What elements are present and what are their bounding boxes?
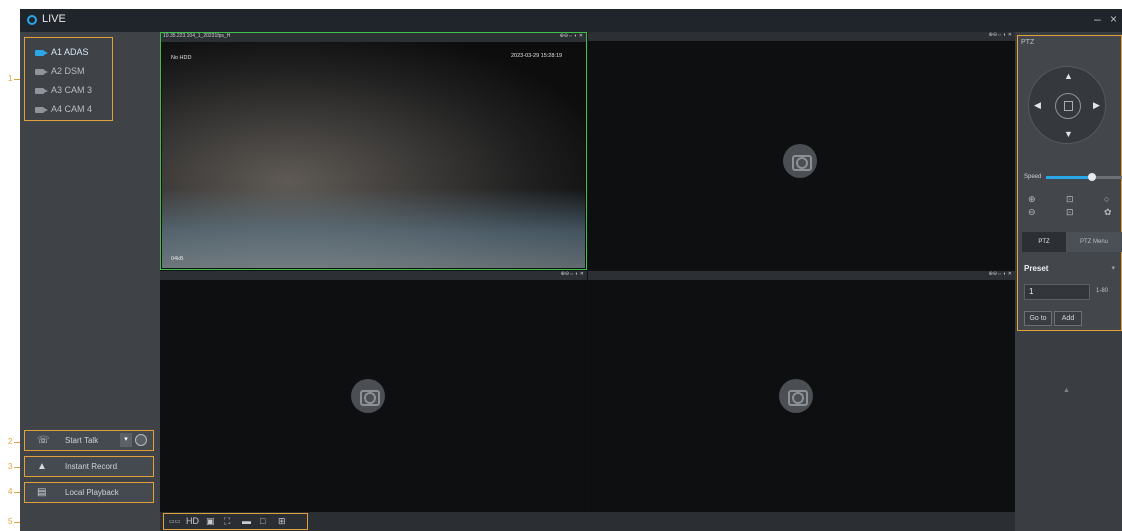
video-cell-header: 10.35.223.104_1_20231fps_H ⊕⊖⇔ ◐ ✕ — [161, 33, 586, 42]
video-cell-3[interactable]: ⊕⊖⇔ ◐ ✕ — [160, 271, 587, 512]
video-cell-controls[interactable]: ⊕⊖⇔ ◐ ✕ — [561, 271, 584, 277]
focus-far-icon[interactable]: ⊡ — [1066, 207, 1074, 218]
left-panel: A1 ADAS A2 DSM A3 CAM 3 A4 CAM 4 ☏ Start… — [20, 32, 160, 531]
local-playback-label: Local Playback — [65, 488, 119, 497]
focus-icon — [1064, 101, 1073, 111]
title-bar: LIVE – × — [20, 9, 1122, 32]
tab-ptz[interactable]: PTZ — [1022, 232, 1066, 252]
camera-icon — [35, 88, 48, 94]
video-cell-1[interactable]: 10.35.223.104_1_20231fps_H ⊕⊖⇔ ◐ ✕ No HD… — [160, 32, 587, 270]
speed-slider[interactable] — [1046, 173, 1122, 181]
channel-list: A1 ADAS A2 DSM A3 CAM 3 A4 CAM 4 — [24, 37, 113, 121]
live-logo-icon — [27, 15, 37, 25]
ptz-tabs: PTZ PTZ Menu — [1022, 232, 1122, 252]
callout-5: 5 — [8, 517, 13, 526]
phone-icon: ☏ — [37, 435, 50, 446]
video-cell-controls[interactable]: ⊕⊖⇔ ◐ ✕ — [989, 32, 1012, 38]
speed-slider-handle[interactable] — [1087, 173, 1096, 181]
video-cell-4[interactable]: ⊕⊖⇔ ◐ ✕ — [588, 271, 1015, 512]
auto-focus-button[interactable] — [1055, 93, 1081, 119]
stream-icon[interactable]: ▭▭ — [169, 518, 180, 530]
video-cell-header: ⊕⊖⇔ ◐ ✕ — [160, 271, 587, 280]
ptz-joystick[interactable]: ▲ ▼ ◀ ▶ — [1028, 66, 1106, 144]
focus-near-icon[interactable]: ⊡ — [1066, 194, 1074, 205]
channel-item-a2[interactable]: A2 DSM — [25, 63, 111, 81]
video-cell-2[interactable]: ⊕⊖⇔ ◐ ✕ — [588, 32, 1015, 270]
start-talk-label: Start Talk — [65, 436, 99, 445]
layout-quad-icon[interactable]: ⊞ — [278, 516, 286, 528]
pan-right-icon[interactable]: ▶ — [1093, 100, 1100, 111]
screenshot-icon[interactable]: ▣ — [206, 516, 215, 528]
layout-single-icon[interactable]: ▬ — [242, 516, 251, 528]
speed-label: Speed — [1024, 174, 1042, 180]
zoom-in-icon[interactable]: ⊕ — [1028, 194, 1036, 205]
ptz-control-box: PTZ ▲ ▼ ◀ ▶ Speed ⊕ ⊖ ⊡ ⊡ ○ ✿ PTZ PTZ Me… — [1017, 35, 1122, 331]
add-preset-button[interactable]: Add — [1054, 311, 1082, 326]
preset-label: Preset — [1024, 264, 1049, 273]
camera-placeholder-icon — [783, 144, 817, 178]
pan-down-icon[interactable]: ▼ — [1064, 129, 1073, 139]
channel-label: A1 ADAS — [51, 47, 89, 57]
channel-label: A2 DSM — [51, 66, 85, 76]
channel-label: A3 CAM 3 — [51, 85, 93, 95]
pan-left-icon[interactable]: ◀ — [1034, 100, 1041, 111]
layout-window-icon[interactable]: □ — [260, 516, 265, 528]
no-hdd-label: No HDD — [171, 55, 192, 61]
camera-feed — [162, 42, 585, 268]
playback-icon: ▤ — [37, 487, 47, 498]
view-toolset: ▭▭ HD ▣ ⛶ ▬ □ ⊞ — [163, 513, 308, 530]
osd-bitrate: 04kB — [171, 256, 184, 262]
osd-datetime: 2023-03-29 15:28:19 — [511, 53, 563, 59]
tab-ptz-menu[interactable]: PTZ Menu — [1066, 232, 1122, 252]
camera-placeholder-icon — [351, 379, 385, 413]
instant-record-button[interactable]: ▲ Instant Record — [24, 456, 154, 477]
preset-input[interactable]: 1 — [1024, 284, 1090, 300]
ptz-zoom-focus-iris: ⊕ ⊖ ⊡ ⊡ ○ ✿ — [1024, 194, 1119, 220]
video-cell-controls[interactable]: ⊕⊖⇔ ◐ ✕ — [989, 271, 1012, 277]
camera-placeholder-icon — [779, 379, 813, 413]
speed-slider-fill — [1046, 176, 1092, 179]
pan-up-icon[interactable]: ▲ — [1064, 71, 1073, 81]
preset-collapse-icon[interactable]: ▾ — [1111, 264, 1115, 272]
callout-3: 3 — [8, 462, 13, 471]
local-playback-button[interactable]: ▤ Local Playback — [24, 482, 154, 503]
goto-preset-button[interactable]: Go to — [1024, 311, 1052, 326]
callout-4: 4 — [8, 487, 13, 496]
callout-1: 1 — [8, 74, 13, 83]
channel-item-a4[interactable]: A4 CAM 4 — [25, 101, 111, 119]
channel-item-a3[interactable]: A3 CAM 3 — [25, 82, 111, 100]
video-cell-header: ⊕⊖⇔ ◐ ✕ — [588, 32, 1015, 41]
video-grid: 10.35.223.104_1_20231fps_H ⊕⊖⇔ ◐ ✕ No HD… — [160, 32, 1015, 512]
ptz-header: PTZ — [1021, 39, 1035, 46]
preset-range: 1-80 — [1096, 288, 1109, 294]
video-cell-name: 10.35.223.104_1_20231fps_H — [163, 33, 231, 39]
camera-icon — [35, 107, 48, 113]
channel-item-a1[interactable]: A1 ADAS — [25, 44, 111, 62]
callout-2: 2 — [8, 437, 13, 446]
iris-open-icon[interactable]: ○ — [1104, 194, 1109, 204]
ptz-panel: PTZ ▲ ▼ ◀ ▶ Speed ⊕ ⊖ ⊡ ⊡ ○ ✿ PTZ PTZ Me… — [1015, 32, 1122, 531]
hd-button[interactable]: HD — [186, 516, 199, 528]
fullscreen-icon[interactable]: ⛶ — [224, 516, 230, 528]
channel-label: A4 CAM 4 — [51, 104, 93, 114]
bottom-toolbar: ▭▭ HD ▣ ⛶ ▬ □ ⊞ — [160, 512, 1015, 531]
video-cell-header: ⊕⊖⇔ ◐ ✕ — [588, 271, 1015, 280]
camera-icon — [35, 50, 48, 56]
warning-icon: ▲ — [37, 461, 47, 472]
camera-icon — [35, 69, 48, 75]
talk-dropdown-button[interactable]: ▾ — [120, 433, 132, 447]
talk-status-icon[interactable] — [135, 434, 147, 446]
collapse-panel-icon[interactable]: ▲ — [1063, 387, 1070, 394]
zoom-out-icon[interactable]: ⊖ — [1028, 207, 1036, 218]
video-cell-controls[interactable]: ⊕⊖⇔ ◐ ✕ — [560, 33, 583, 39]
window-title: LIVE — [42, 13, 66, 25]
start-talk-button[interactable]: ☏ Start Talk ▾ — [24, 430, 154, 451]
iris-close-icon[interactable]: ✿ — [1104, 207, 1112, 218]
instant-record-label: Instant Record — [65, 462, 118, 471]
window-controls[interactable]: – × — [1094, 12, 1120, 26]
